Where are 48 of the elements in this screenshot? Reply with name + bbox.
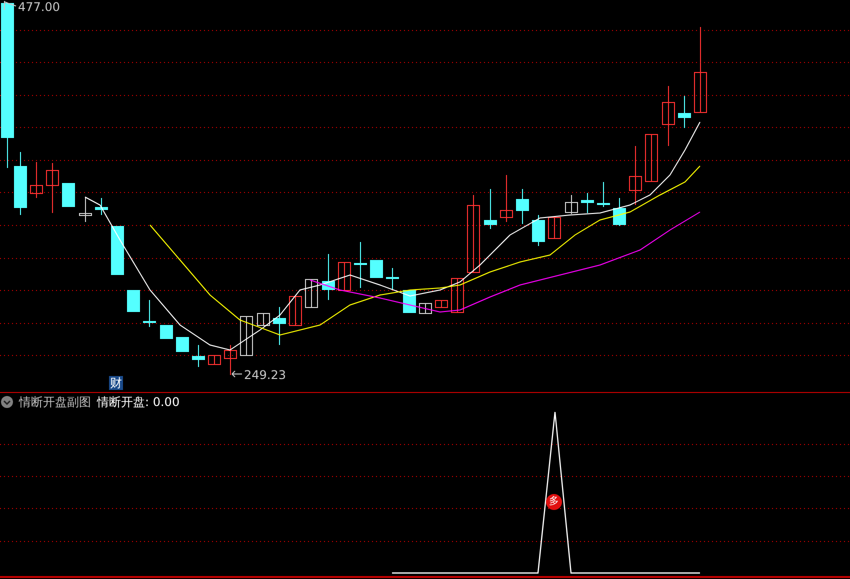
indicator-title: 情断开盘副图 [19, 394, 91, 410]
candlestick [662, 86, 675, 146]
high-price-label: 477.00 [18, 0, 60, 14]
candlestick [548, 216, 561, 239]
candlestick [46, 162, 59, 214]
chevron-down-icon[interactable] [1, 396, 13, 408]
candlestick [143, 300, 156, 328]
arrow-icon [232, 370, 242, 378]
candlestick [322, 254, 335, 300]
candlestick [484, 188, 497, 230]
candlestick [678, 96, 691, 128]
candlestick [613, 198, 626, 226]
candlestick [451, 278, 464, 313]
candlestick [176, 336, 189, 352]
candlestick [386, 268, 399, 290]
candlestick [289, 296, 302, 326]
candlestick [62, 182, 75, 208]
candlestick [500, 174, 513, 222]
candlestick [645, 134, 658, 182]
candlestick [257, 312, 270, 326]
candlestick [273, 306, 286, 346]
candlestick [516, 188, 529, 224]
candlestick [111, 226, 124, 276]
candlestick [532, 214, 545, 246]
candlestick [192, 344, 205, 368]
low-price-label: 249.23 [244, 368, 286, 382]
candlestick [419, 302, 432, 314]
candlestick [435, 300, 448, 308]
indicator-reading: 情断开盘: 0.00 [97, 394, 180, 410]
candlestick [581, 192, 594, 214]
candlestick [127, 290, 140, 312]
candlestick [95, 198, 108, 216]
candlestick [305, 278, 318, 308]
candlestick [354, 242, 367, 288]
candlestick [79, 196, 92, 222]
finance-badge[interactable]: 财 [109, 376, 123, 390]
candlestick [370, 260, 383, 278]
flag-icon [4, 0, 16, 10]
candlestick [224, 344, 237, 376]
candlestick [597, 182, 610, 208]
candlestick [208, 354, 221, 365]
candlestick [629, 146, 642, 206]
candlestick [565, 194, 578, 214]
candlestick [160, 324, 173, 340]
candlestick [240, 316, 253, 356]
candlestick [30, 162, 43, 198]
signal-badge: 多 [546, 494, 562, 510]
candlestick [338, 262, 351, 291]
